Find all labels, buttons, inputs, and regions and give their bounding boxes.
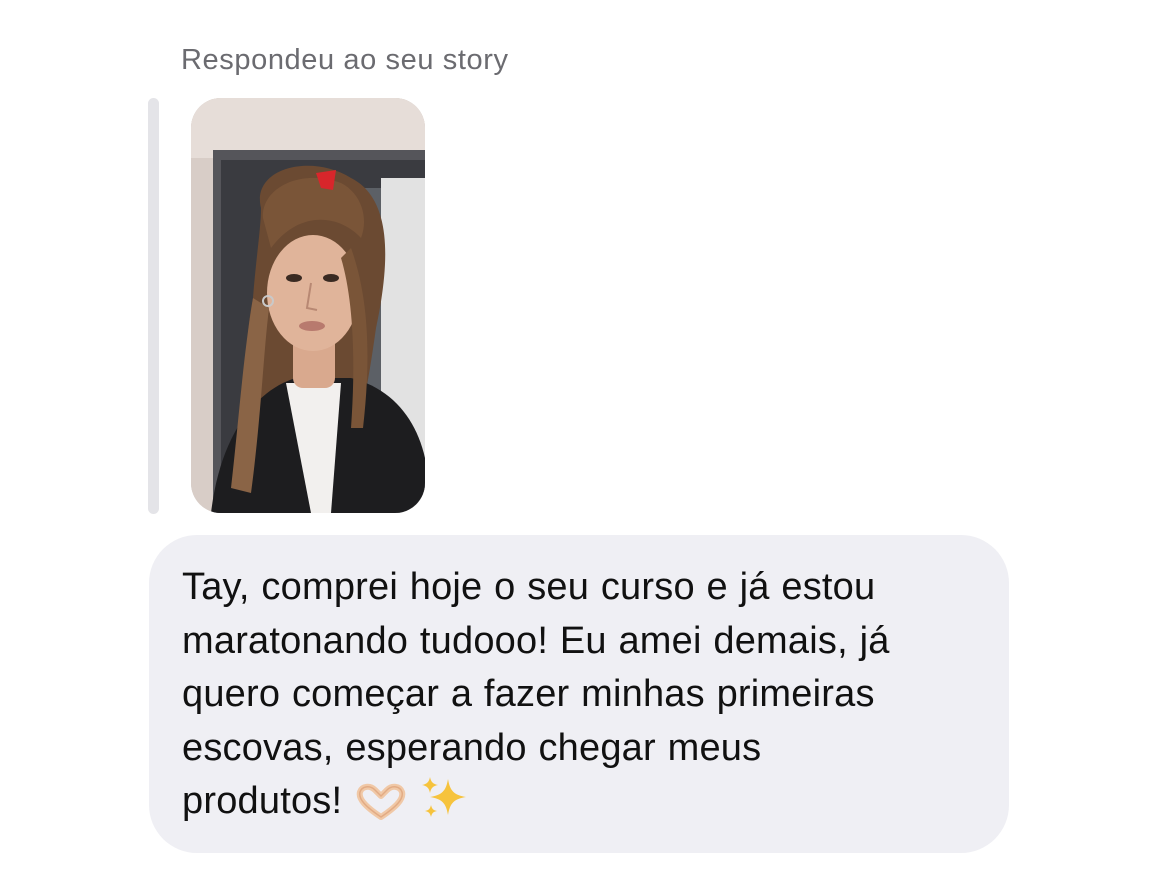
- story-photo: [191, 98, 425, 513]
- quote-bar: [148, 98, 159, 514]
- message-text: Tay, comprei hoje o seu curso e já estou…: [182, 561, 979, 837]
- dm-thread: Respondeu ao seu story Tay, comprei hoje…: [0, 0, 1169, 896]
- message-bubble[interactable]: Tay, comprei hoje o seu curso e já estou…: [149, 535, 1009, 853]
- sparkles-icon: [420, 775, 470, 837]
- message-body: Tay, comprei hoje o seu curso e já estou…: [182, 566, 890, 822]
- heart-hands-icon: [354, 783, 408, 837]
- story-thumbnail[interactable]: [191, 98, 425, 513]
- story-reply-caption: Respondeu ao seu story: [181, 44, 509, 76]
